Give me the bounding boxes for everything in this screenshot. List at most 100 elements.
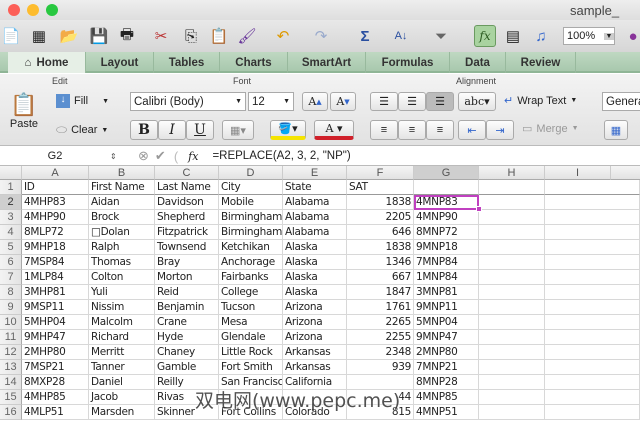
cell-e6[interactable]: Alaska <box>283 255 347 270</box>
font-size-select[interactable]: 12 ▼ <box>248 92 294 111</box>
cell-a1[interactable]: ID <box>22 180 89 195</box>
fill-color-icon[interactable]: 🪣▾ <box>270 120 306 140</box>
cell-d10[interactable]: Mesa <box>219 315 283 330</box>
cell-b15[interactable]: Jacob <box>89 390 155 405</box>
redo-icon[interactable]: ↷ <box>310 25 332 47</box>
select-all-corner[interactable] <box>0 166 22 180</box>
copy-icon[interactable]: ⎘ <box>180 25 202 47</box>
cell-b4[interactable]: □Dolan <box>89 225 155 240</box>
cell-a16[interactable]: 4MLP51 <box>22 405 89 420</box>
cell-d9[interactable]: Tucson <box>219 300 283 315</box>
cell-i3[interactable] <box>545 210 640 225</box>
fill-button[interactable]: ↓ Fill ▼ <box>56 94 109 108</box>
align-center-icon[interactable]: ≡ <box>398 120 426 140</box>
cell-c11[interactable]: Hyde <box>155 330 219 345</box>
cell-i4[interactable] <box>545 225 640 240</box>
cell-i1[interactable] <box>545 180 640 195</box>
cell-d3[interactable]: Birmingham <box>219 210 283 225</box>
cell-a3[interactable]: 4MHP90 <box>22 210 89 225</box>
cell-h4[interactable] <box>479 225 545 240</box>
cell-h6[interactable] <box>479 255 545 270</box>
underline-button[interactable]: U <box>186 120 214 140</box>
tab-home[interactable]: ⌂ Home <box>8 52 86 73</box>
cell-d4[interactable]: Birmingham <box>219 225 283 240</box>
help-icon[interactable]: ● <box>622 25 640 47</box>
cell-h8[interactable] <box>479 285 545 300</box>
conditional-formatting-icon[interactable]: ▦ <box>604 120 628 140</box>
cell-d13[interactable]: Fort Smith <box>219 360 283 375</box>
cell-f8[interactable]: 1847 <box>347 285 414 300</box>
cell-f4[interactable]: 646 <box>347 225 414 240</box>
close-window-button[interactable] <box>8 4 20 16</box>
cell-f3[interactable]: 2205 <box>347 210 414 225</box>
cell-c4[interactable]: Fitzpatrick <box>155 225 219 240</box>
cell-b5[interactable]: Ralph <box>89 240 155 255</box>
column-header-b[interactable]: B <box>89 166 155 180</box>
align-bottom-icon[interactable]: ☰ <box>426 92 454 111</box>
row-header[interactable]: 10 <box>0 315 22 330</box>
column-header-j[interactable] <box>611 166 640 180</box>
column-header-g[interactable]: G <box>414 166 479 180</box>
cell-a2[interactable]: 4MHP83 <box>22 195 89 210</box>
borders-icon[interactable]: ▦▾ <box>222 120 254 140</box>
cell-b6[interactable]: Thomas <box>89 255 155 270</box>
wrap-text-button[interactable]: ↵ Wrap Text ▼ <box>504 94 577 108</box>
cell-e5[interactable]: Alaska <box>283 240 347 255</box>
align-top-icon[interactable]: ☰ <box>370 92 398 111</box>
row-header[interactable]: 6 <box>0 255 22 270</box>
cell-b9[interactable]: Nissim <box>89 300 155 315</box>
cell-f11[interactable]: 2255 <box>347 330 414 345</box>
formula-input[interactable]: =REPLACE(A2, 3, 2, "NP") <box>212 150 350 162</box>
cell-a11[interactable]: 9MHP47 <box>22 330 89 345</box>
cell-g16[interactable]: 4MNP51 <box>414 405 479 420</box>
cell-g10[interactable]: 5MNP04 <box>414 315 479 330</box>
cell-d1[interactable]: City <box>219 180 283 195</box>
cell-b8[interactable]: Yuli <box>89 285 155 300</box>
cell-a6[interactable]: 7MSP84 <box>22 255 89 270</box>
cell-f12[interactable]: 2348 <box>347 345 414 360</box>
row-header[interactable]: 13 <box>0 360 22 375</box>
insert-function-icon[interactable]: fx <box>188 150 198 163</box>
cell-c6[interactable]: Bray <box>155 255 219 270</box>
cell-c1[interactable]: Last Name <box>155 180 219 195</box>
cell-f7[interactable]: 667 <box>347 270 414 285</box>
cell-f6[interactable]: 1346 <box>347 255 414 270</box>
cell-e7[interactable]: Alaska <box>283 270 347 285</box>
merge-button[interactable]: ▭ Merge ▼ <box>522 122 579 136</box>
cell-b11[interactable]: Richard <box>89 330 155 345</box>
cell-i9[interactable] <box>545 300 640 315</box>
row-header[interactable]: 11 <box>0 330 22 345</box>
cell-e13[interactable]: Arkansas <box>283 360 347 375</box>
cell-i16[interactable] <box>545 405 640 420</box>
cell-i15[interactable] <box>545 390 640 405</box>
cell-a12[interactable]: 2MHP80 <box>22 345 89 360</box>
cell-b10[interactable]: Malcolm <box>89 315 155 330</box>
filter-icon[interactable]: ⏷ <box>430 25 452 47</box>
cell-h13[interactable] <box>479 360 545 375</box>
cell-c10[interactable]: Crane <box>155 315 219 330</box>
fill-handle[interactable] <box>476 206 482 212</box>
tab-charts[interactable]: Charts <box>220 52 288 73</box>
cell-d11[interactable]: Glendale <box>219 330 283 345</box>
cell-e12[interactable]: Arkansas <box>283 345 347 360</box>
cell-h14[interactable] <box>479 375 545 390</box>
row-header[interactable]: 3 <box>0 210 22 225</box>
row-header[interactable]: 9 <box>0 300 22 315</box>
cell-f10[interactable]: 2265 <box>347 315 414 330</box>
cell-d8[interactable]: College <box>219 285 283 300</box>
font-color-icon[interactable]: A ▾ <box>314 120 354 140</box>
cell-g2[interactable]: 4MNP83 <box>414 195 479 210</box>
cell-g11[interactable]: 9MNP47 <box>414 330 479 345</box>
cell-c5[interactable]: Townsend <box>155 240 219 255</box>
template-gallery-icon[interactable]: ▦ <box>28 25 50 47</box>
row-header[interactable]: 14 <box>0 375 22 390</box>
minimize-window-button[interactable] <box>27 4 39 16</box>
cell-i14[interactable] <box>545 375 640 390</box>
cancel-icon[interactable]: ⊗ <box>138 148 149 164</box>
tab-data[interactable]: Data <box>450 52 506 73</box>
cell-g6[interactable]: 7MNP84 <box>414 255 479 270</box>
cell-g13[interactable]: 7MNP21 <box>414 360 479 375</box>
column-header-h[interactable]: H <box>479 166 545 180</box>
cell-f9[interactable]: 1761 <box>347 300 414 315</box>
paste-icon[interactable]: 📋 <box>208 25 230 47</box>
